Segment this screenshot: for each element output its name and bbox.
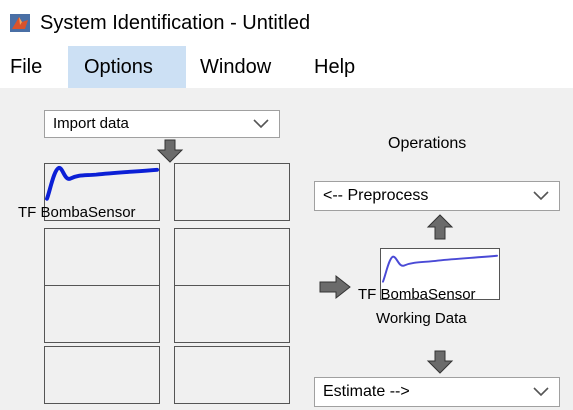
menu-options[interactable]: Options	[68, 46, 186, 88]
data-slot-7[interactable]	[44, 346, 160, 404]
chevron-down-icon	[533, 387, 549, 397]
menu-help[interactable]: Help	[304, 46, 365, 88]
data-slot-6[interactable]	[174, 285, 290, 343]
working-data-name: TF BombaSensor	[358, 286, 476, 303]
chevron-down-icon	[533, 191, 549, 201]
data-slot-5[interactable]	[44, 285, 160, 343]
window-title: System Identification - Untitled	[40, 12, 311, 34]
estimate-select[interactable]: Estimate -->	[314, 377, 560, 407]
operations-title: Operations	[388, 135, 467, 152]
preprocess-label: <-- Preprocess	[323, 187, 429, 204]
arrow-right-icon	[319, 274, 351, 300]
data-slot-8[interactable]	[174, 346, 290, 404]
system-identification-panel: Import data TF BombaSensor Operations <-…	[0, 88, 573, 410]
menu-bar: File Options Window Help	[0, 46, 573, 88]
menu-window[interactable]: Window	[190, 46, 281, 88]
data-slot-3[interactable]	[44, 228, 160, 286]
preprocess-select[interactable]: <-- Preprocess	[314, 181, 560, 211]
import-data-select[interactable]: Import data	[44, 110, 280, 138]
data-slot-4[interactable]	[174, 228, 290, 286]
chevron-down-icon	[253, 119, 269, 129]
estimate-label: Estimate -->	[323, 383, 410, 400]
matlab-icon	[10, 14, 30, 32]
title-bar: System Identification - Untitled	[0, 0, 573, 46]
arrow-up-icon	[426, 214, 454, 240]
working-data-caption: Working Data	[376, 310, 467, 327]
dataset-label-bombasensor: TF BombaSensor	[18, 204, 136, 221]
data-slot-2[interactable]	[174, 163, 290, 221]
import-data-label: Import data	[53, 115, 129, 132]
menu-file[interactable]: File	[0, 46, 52, 88]
arrow-down-icon	[426, 350, 454, 374]
arrow-down-icon	[156, 139, 184, 163]
